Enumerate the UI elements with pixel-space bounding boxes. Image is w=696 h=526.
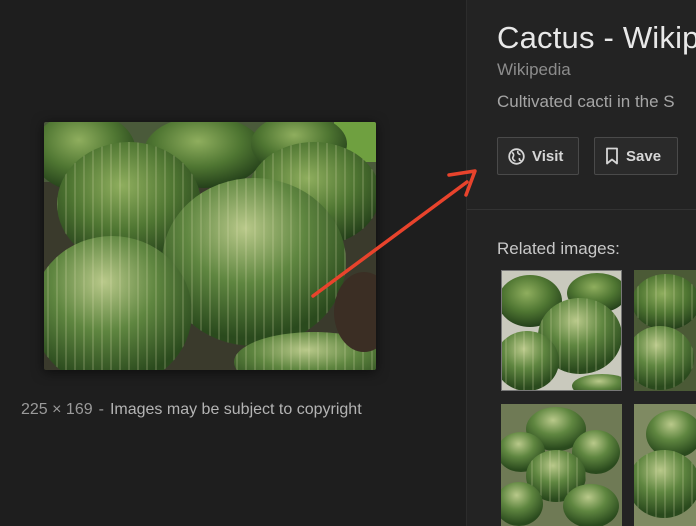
- image-viewer: 225 × 169- Images may be subject to copyr…: [0, 0, 696, 526]
- related-image-thumbnail[interactable]: [501, 270, 622, 391]
- save-button[interactable]: Save: [594, 137, 678, 175]
- related-image-thumbnail[interactable]: [634, 404, 696, 526]
- result-title[interactable]: Cactus - Wikipedia: [497, 20, 696, 56]
- visit-label: Visit: [532, 147, 564, 165]
- image-dimensions: 225 × 169: [21, 401, 93, 418]
- image-info: 225 × 169- Images may be subject to copyr…: [21, 401, 362, 419]
- cactus-preview-image[interactable]: [44, 122, 376, 370]
- visit-button[interactable]: Visit: [497, 137, 579, 175]
- globe-icon: [508, 147, 525, 165]
- bookmark-icon: [605, 147, 619, 165]
- save-label: Save: [626, 147, 662, 165]
- image-preview-panel: 225 × 169- Images may be subject to copyr…: [0, 0, 466, 526]
- result-details-panel: Cactus - Wikipedia Wikipedia Cultivated …: [466, 0, 696, 526]
- result-source: Wikipedia: [497, 60, 571, 79]
- result-description: Cultivated cacti in the S: [497, 92, 675, 111]
- copyright-notice: Images may be subject to copyright: [109, 401, 362, 418]
- related-images-heading: Related images:: [497, 239, 620, 258]
- related-image-thumbnail[interactable]: [501, 404, 622, 526]
- related-image-thumbnail[interactable]: [634, 270, 696, 391]
- section-divider: [467, 209, 696, 210]
- meta-separator: -: [98, 401, 104, 418]
